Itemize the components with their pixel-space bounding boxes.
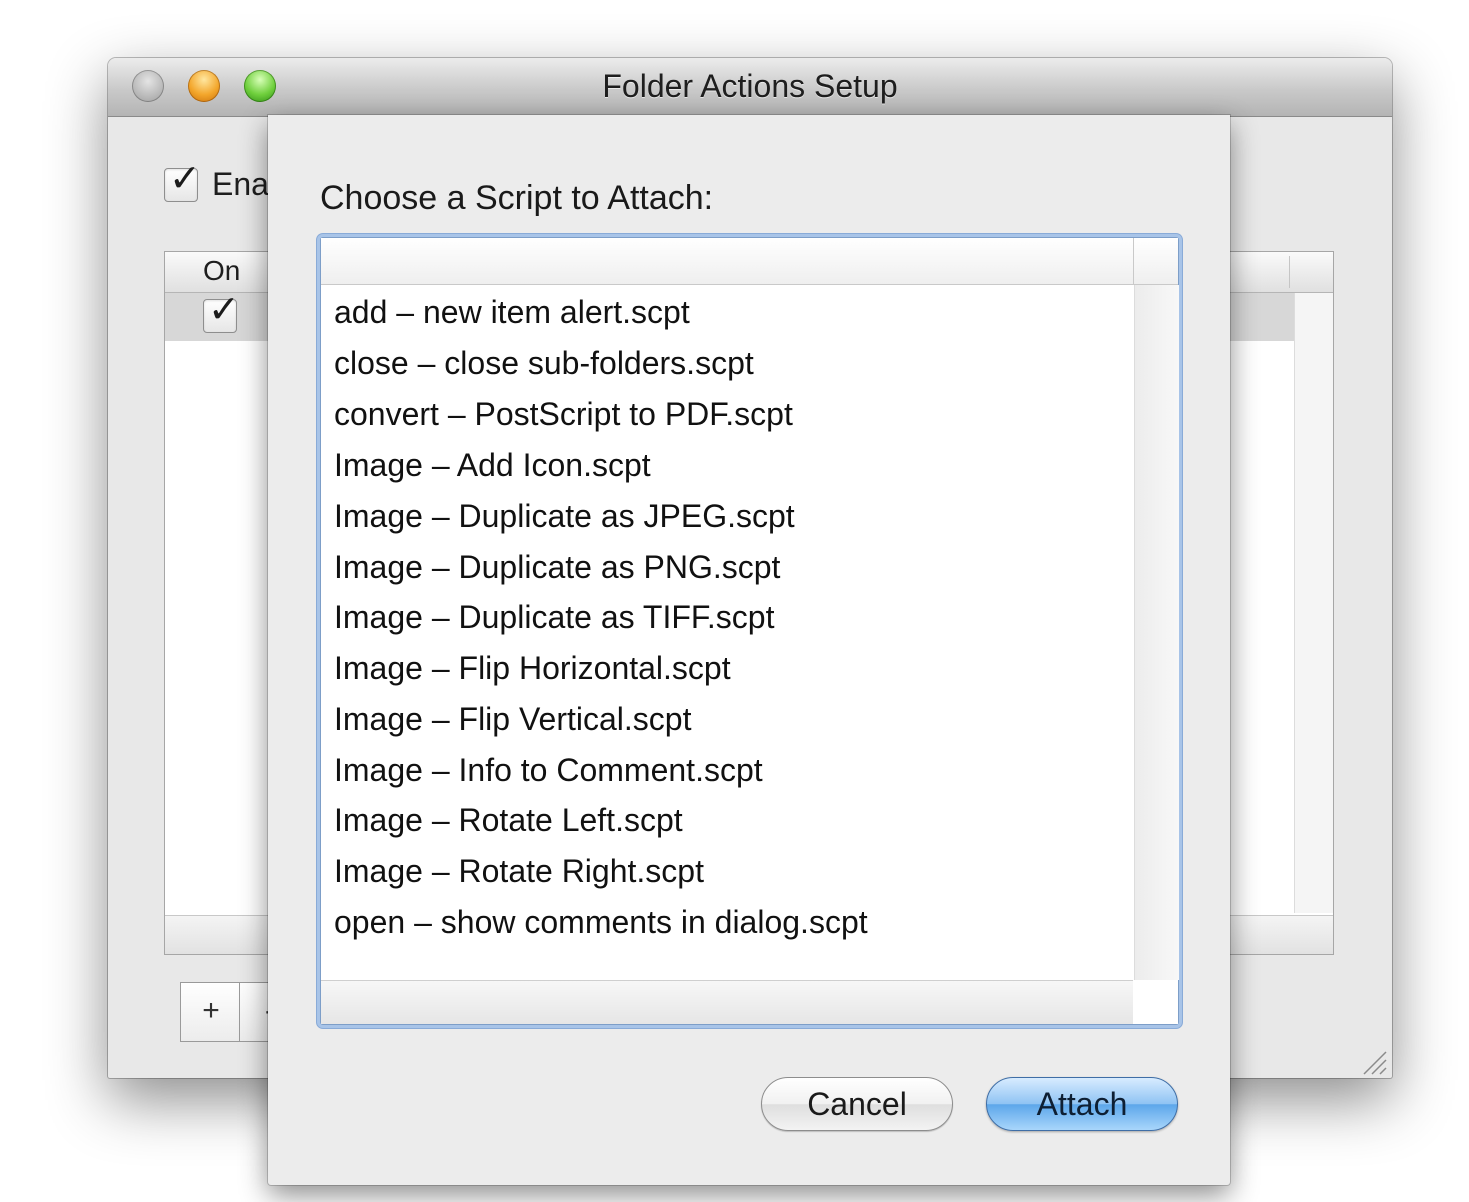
script-list[interactable]: add – new item alert.scpt close – close … [320,237,1179,1025]
list-item[interactable]: Image – Duplicate as JPEG.scpt [334,491,795,541]
cancel-button[interactable]: Cancel [761,1077,953,1131]
checkmark-icon: ✓ [208,287,240,331]
column-separator [1133,238,1134,284]
scroll-corner [1134,981,1178,1024]
list-item[interactable]: Image – Flip Vertical.scpt [334,694,691,744]
add-folder-button[interactable]: + [180,982,242,1042]
list-item[interactable]: Image – Duplicate as TIFF.scpt [334,592,774,642]
column-header-on[interactable]: On [203,255,240,287]
window-title: Folder Actions Setup [602,68,898,104]
enable-folder-actions-checkbox[interactable]: ✓ [164,159,201,202]
list-item[interactable]: close – close sub-folders.scpt [334,338,754,388]
list-item[interactable]: Image – Duplicate as PNG.scpt [334,542,780,592]
list-item[interactable]: Image – Info to Comment.scpt [334,745,763,795]
title-bar[interactable]: Folder Actions Setup [108,58,1392,117]
checkmark-icon: ✓ [169,156,201,200]
script-list-vertical-scrollbar[interactable] [1134,285,1179,980]
screen: Folder Actions Setup ✓ Ena On ✓ + - [0,0,1469,1202]
column-separator [1289,256,1290,288]
script-list-body: add – new item alert.scpt close – close … [321,285,1133,980]
folders-vertical-scrollbar[interactable] [1294,293,1333,913]
list-item[interactable]: convert – PostScript to PDF.scpt [334,389,793,439]
list-item[interactable]: Image – Flip Horizontal.scpt [334,643,731,693]
list-item[interactable]: Image – Add Icon.scpt [334,440,651,490]
attach-script-sheet: Choose a Script to Attach: add – new ite… [268,115,1230,1185]
list-item[interactable]: Image – Rotate Right.scpt [334,846,704,896]
list-item[interactable]: open – show comments in dialog.scpt [334,897,868,947]
sheet-heading: Choose a Script to Attach: [320,179,714,217]
list-item[interactable]: Image – Rotate Left.scpt [334,795,683,845]
attach-button[interactable]: Attach [986,1077,1178,1131]
script-list-horizontal-scrollbar[interactable] [321,980,1133,1024]
resize-grip-icon[interactable] [1360,1048,1388,1076]
enable-folder-actions-label: Ena [212,166,269,202]
list-item[interactable]: add – new item alert.scpt [334,287,690,337]
script-list-header[interactable] [321,238,1178,285]
folder-on-checkbox[interactable]: ✓ [203,290,240,333]
